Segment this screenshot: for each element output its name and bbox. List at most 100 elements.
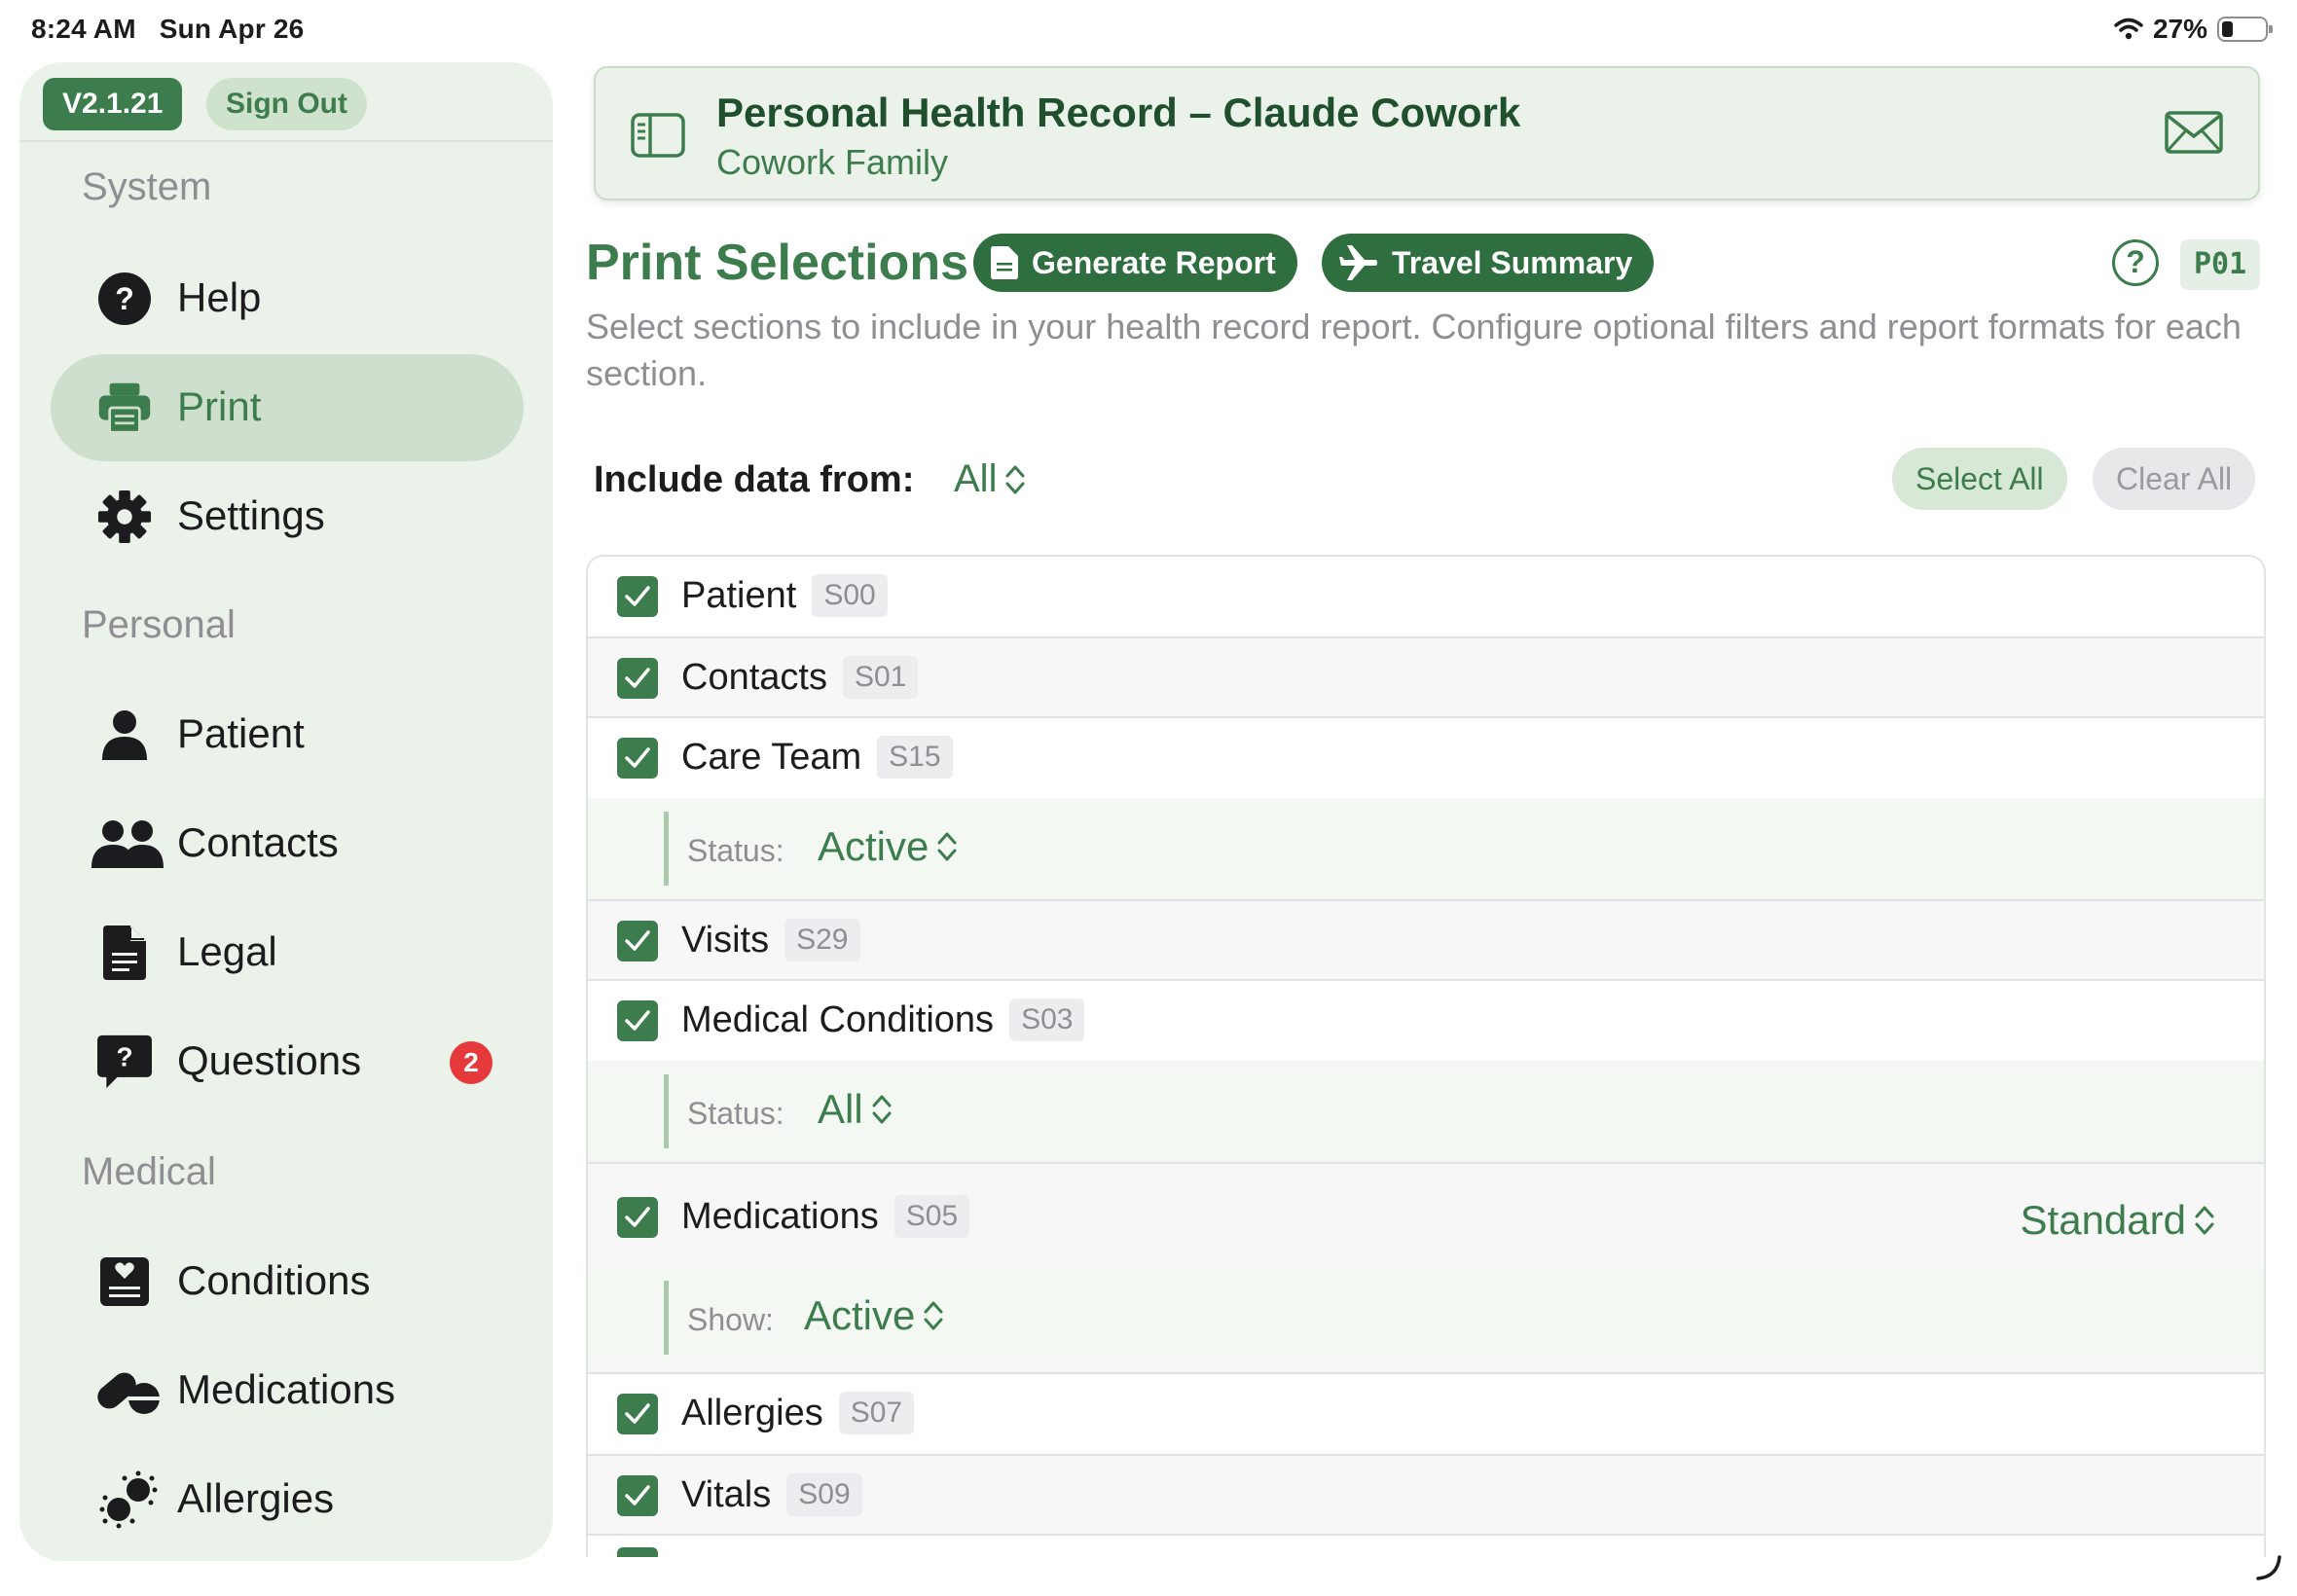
status-bar: 8:24 AM Sun Apr 26 27% (0, 0, 2297, 60)
section-label: Vitals S09 (681, 1473, 862, 1516)
sidebar-item-label: Patient (177, 710, 305, 756)
include-data-label: Include data from: (594, 459, 915, 500)
section-row-main: Medications S05 Standard (588, 1178, 2264, 1257)
sidebar-item-patient[interactable]: Patient (51, 681, 524, 788)
section-row-allergies: Allergies S07 (588, 1374, 2264, 1456)
sidebar-item-label: Medications (177, 1366, 396, 1412)
airplane-icon (1339, 245, 1377, 280)
gear-icon (97, 490, 152, 544)
include-data-value: All (954, 457, 998, 500)
status-picker-value: Active (818, 823, 930, 869)
checkmark-icon (625, 586, 650, 606)
include-data-picker[interactable]: All (954, 457, 1026, 501)
chevron-updown-icon (872, 1095, 892, 1124)
section-row-partial (588, 1536, 2264, 1557)
status-picker-value: All (818, 1086, 863, 1132)
filter-label: Status: (687, 1096, 784, 1131)
section-code: S00 (812, 574, 888, 617)
section-checkbox[interactable] (617, 1000, 658, 1041)
allergens-icon (97, 1470, 160, 1529)
sidebar-item-label: Settings (177, 492, 325, 538)
section-row-main: Medical Conditions S03 (588, 981, 2264, 1061)
section-name: Vitals (681, 1473, 772, 1515)
status-picker[interactable]: Active (818, 823, 958, 870)
header-card: Personal Health Record – Claude Cowork C… (594, 66, 2260, 200)
sidebar-item-contacts[interactable]: Contacts (51, 790, 524, 897)
section-name: Visits (681, 919, 770, 961)
sidebar-item-label: Help (177, 274, 262, 320)
section-row-main: Patient S00 (588, 557, 2264, 636)
sidebar-item-legal[interactable]: Legal (51, 899, 524, 1006)
section-checkbox[interactable] (617, 1547, 658, 1557)
sidebar-item-label: Questions (177, 1037, 362, 1083)
section-row-visits: Visits S29 (588, 901, 2264, 981)
section-checkbox[interactable] (617, 576, 658, 617)
envelope-icon[interactable] (2165, 111, 2223, 154)
sidebar-item-medications[interactable]: Medications (51, 1337, 524, 1444)
chevron-updown-icon (924, 1301, 943, 1330)
filter-indent-bar (664, 1281, 669, 1355)
section-label: Care Team S15 (681, 736, 953, 779)
checkmark-icon (625, 747, 650, 768)
sidebar-item-settings[interactable]: Settings (51, 463, 524, 570)
chevron-updown-icon (937, 832, 957, 861)
generate-report-button[interactable]: Generate Report (973, 234, 1297, 292)
status-indicators: 27% (2114, 14, 2273, 45)
section-row-main: Vitals S09 (588, 1456, 2264, 1536)
section-code: S15 (877, 736, 953, 779)
sidebar-item-help[interactable]: ? Help (51, 245, 524, 352)
section-checkbox[interactable] (617, 921, 658, 961)
clear-all-button[interactable]: Clear All (2093, 448, 2256, 510)
help-icon: ? (97, 272, 152, 326)
heart-clipboard-icon (97, 1254, 152, 1309)
record-title: Personal Health Record – Claude Cowork (716, 90, 1521, 135)
sidebar-section-medical: Medical (82, 1150, 216, 1193)
sidebar-top-bar: V2.1.21 Sign Out (19, 62, 553, 142)
sidebar-item-questions[interactable]: ? Questions 2 (51, 1008, 524, 1115)
section-label: Medical Conditions S03 (681, 998, 1085, 1041)
sidebar-item-label: Conditions (177, 1257, 371, 1303)
status-picker[interactable]: All (818, 1086, 893, 1133)
section-checkbox[interactable] (617, 738, 658, 779)
sidebar-section-personal: Personal (82, 603, 236, 646)
section-checkbox[interactable] (617, 1475, 658, 1516)
sidebar-section-system: System (82, 165, 212, 208)
section-code: S09 (786, 1473, 862, 1516)
checkmark-icon (625, 1485, 650, 1505)
wifi-icon (2114, 18, 2143, 40)
format-picker[interactable]: Standard (2021, 1197, 2215, 1244)
sidebar-toggle-icon[interactable] (631, 113, 685, 158)
section-row-care-team: Care Team S15 Status: Active (588, 718, 2264, 901)
checkmark-icon (625, 1403, 650, 1424)
section-row-vitals: Vitals S09 (588, 1456, 2264, 1536)
sidebar-item-print[interactable]: Print (51, 354, 524, 461)
section-row-medications: Medications S05 Standard Show: Active (588, 1164, 2264, 1374)
section-filter-row: Status: Active (588, 798, 2264, 899)
sidebar-item-allergies[interactable]: Allergies (51, 1446, 524, 1553)
format-picker-value: Standard (2020, 1197, 2186, 1243)
svg-text:?: ? (115, 281, 134, 316)
section-code: S07 (838, 1392, 915, 1434)
show-picker[interactable]: Active (804, 1292, 944, 1339)
help-circle-icon[interactable]: ? (2112, 239, 2159, 286)
sign-out-button[interactable]: Sign Out (206, 78, 367, 130)
travel-summary-button[interactable]: Travel Summary (1322, 234, 1655, 292)
pills-icon (97, 1363, 162, 1418)
status-clock: 8:24 AM (31, 14, 136, 44)
section-code: S03 (1009, 998, 1085, 1041)
section-checkbox[interactable] (617, 658, 658, 699)
section-row-main: Contacts S01 (588, 638, 2264, 718)
version-badge[interactable]: V2.1.21 (43, 78, 183, 130)
sidebar-item-conditions[interactable]: Conditions (51, 1228, 524, 1335)
page-description: Select sections to include in your healt… (586, 307, 2242, 393)
question-bubble-icon: ? (97, 1034, 152, 1089)
section-row-contacts: Contacts S01 (588, 638, 2264, 718)
checkmark-icon (625, 1010, 650, 1031)
section-checkbox[interactable] (617, 1394, 658, 1434)
generate-report-label: Generate Report (1032, 244, 1276, 280)
section-row-main: Care Team S15 (588, 718, 2264, 798)
resize-handle-icon[interactable] (2254, 1553, 2283, 1582)
document-icon (991, 246, 1018, 279)
section-checkbox[interactable] (617, 1197, 658, 1238)
select-all-button[interactable]: Select All (1892, 448, 2067, 510)
